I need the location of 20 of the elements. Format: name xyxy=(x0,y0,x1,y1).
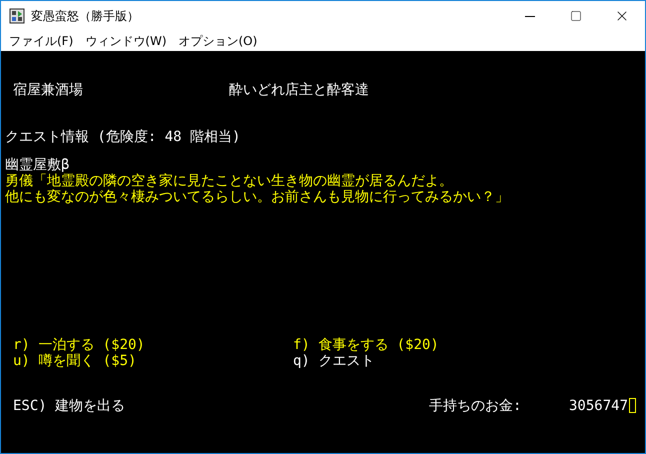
command-option[interactable]: r) 一泊する ($20) xyxy=(13,337,293,353)
menu-item[interactable]: オプション(O) xyxy=(172,31,264,51)
quest-text: 他にも変なのが色々棲みついてるらしい。お前さんも見物に行ってみるかい？」 xyxy=(5,189,509,205)
building-name: 宿屋兼酒場 xyxy=(13,82,84,98)
exit-command[interactable]: ESC) 建物を出る xyxy=(13,398,429,414)
money-amount: 3056747 xyxy=(569,398,628,414)
quest-title: 幽霊屋敷β xyxy=(5,157,70,173)
maximize-icon xyxy=(570,10,582,22)
quest-header: クエスト情報 (危険度: 48 階相当) xyxy=(5,129,240,145)
menu-item[interactable]: ファイル(F) xyxy=(3,31,80,51)
command-option[interactable]: f) 食事をする ($20) xyxy=(293,337,439,353)
app-icon xyxy=(9,8,25,24)
menu-item[interactable]: ウィンドウ(W) xyxy=(79,31,172,51)
command-option[interactable]: u) 噂を聞く ($5) xyxy=(13,353,293,369)
command-option[interactable]: q) クエスト xyxy=(293,353,374,369)
quest-text: 勇儀「地霊殿の隣の空き家に見たことない生き物の幽霊が居るんだよ。 xyxy=(5,173,453,189)
text-cursor xyxy=(629,398,636,413)
window-title: 変愚蛮怒（勝手版） xyxy=(31,8,140,24)
shop-owner: 酔いどれ店主と酔客達 xyxy=(229,82,369,98)
money-label: 手持ちのお金: xyxy=(429,398,522,414)
